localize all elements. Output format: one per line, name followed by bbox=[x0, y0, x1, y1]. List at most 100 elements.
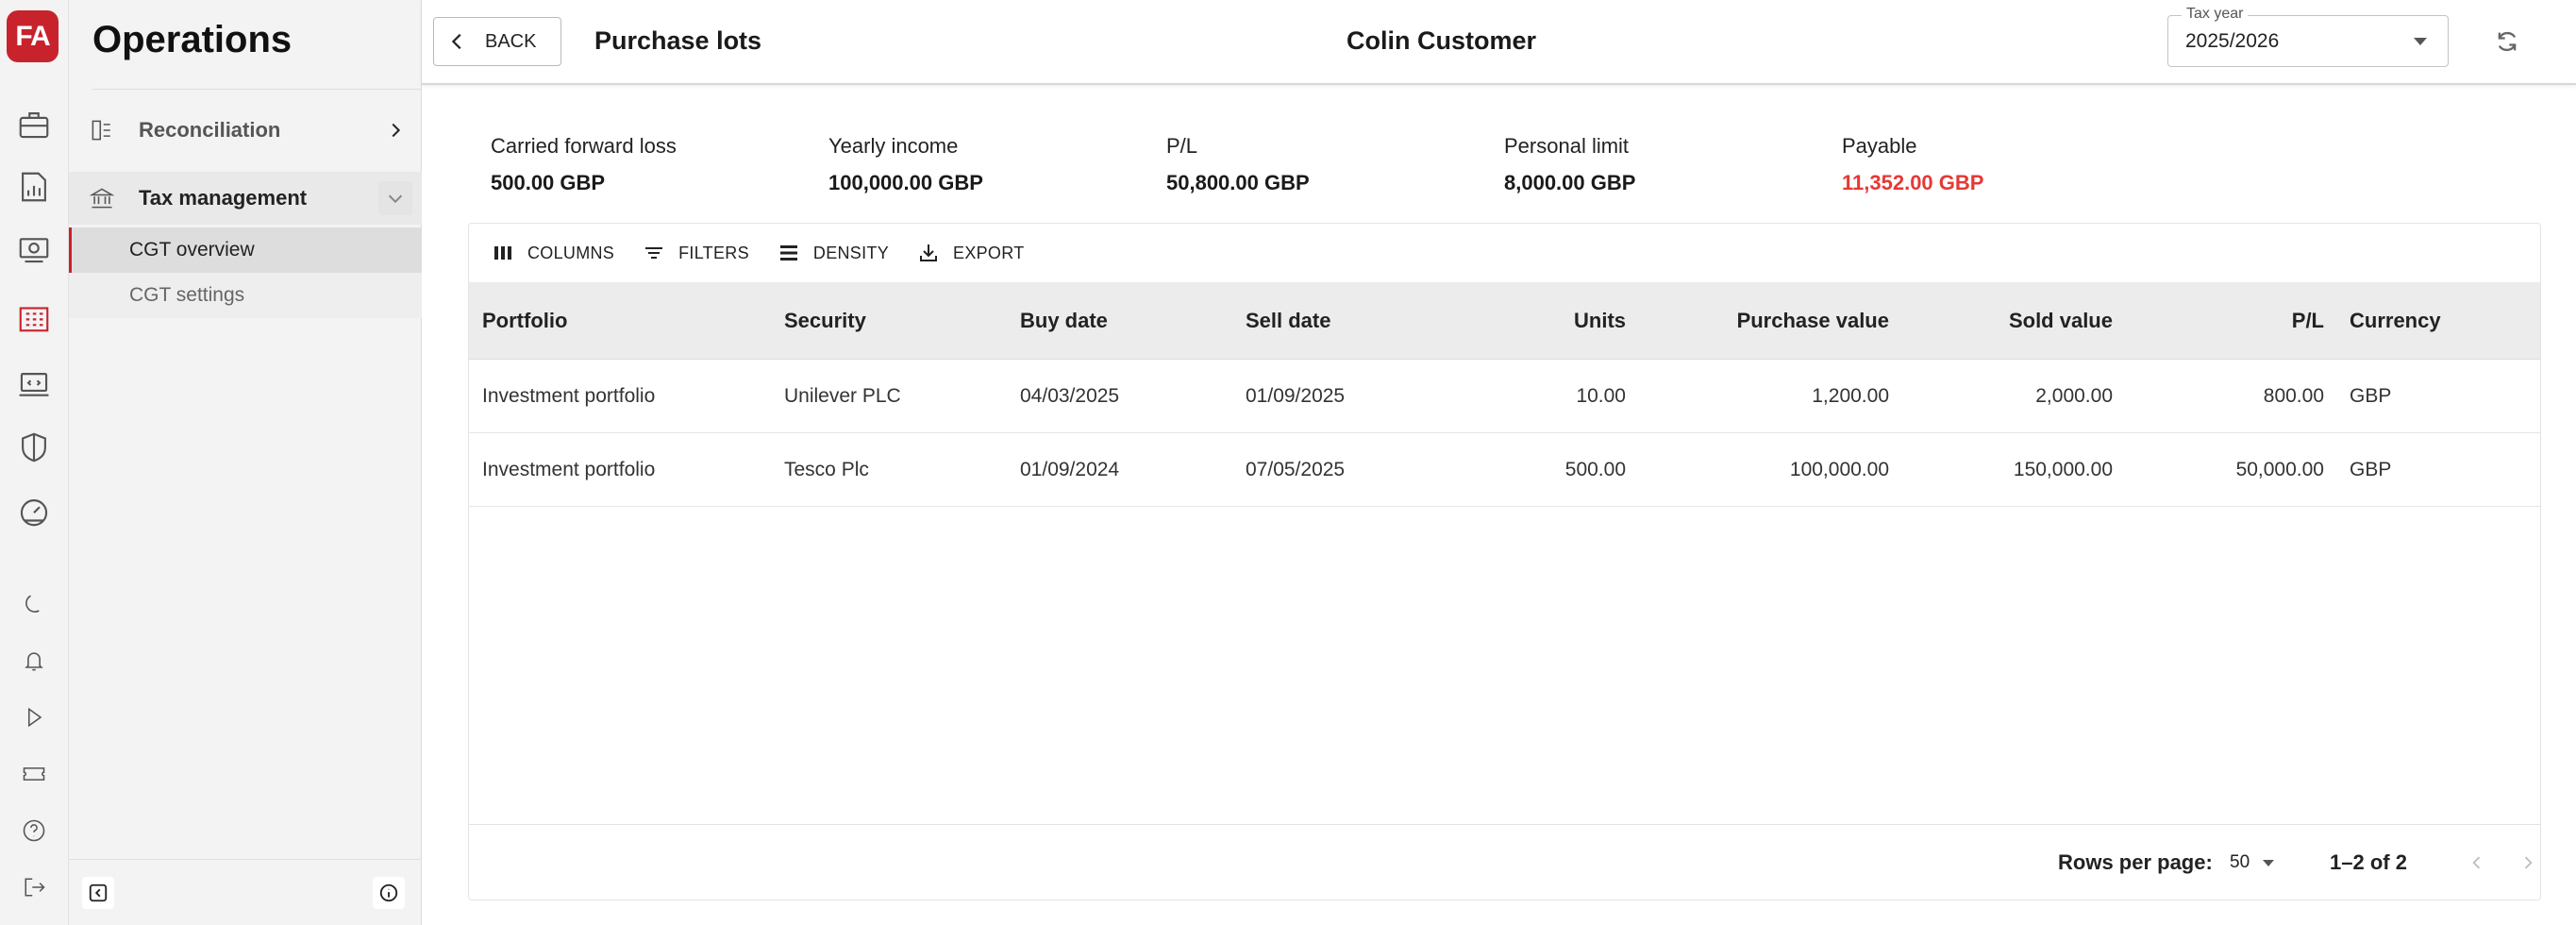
help-icon[interactable] bbox=[13, 810, 55, 851]
shield-icon[interactable] bbox=[13, 427, 55, 468]
nav-panel: Operations Reconciliation Tax management… bbox=[69, 0, 422, 925]
metric-value: 500.00 GBP bbox=[491, 171, 606, 194]
columns-button[interactable]: COLUMNS bbox=[492, 242, 614, 264]
rows-per-page-label: Rows per page: bbox=[2058, 850, 2213, 874]
columns-label: COLUMNS bbox=[527, 243, 615, 262]
filters-label: FILTERS bbox=[678, 243, 749, 262]
export-label: EXPORT bbox=[953, 243, 1025, 262]
column-header-pl[interactable]: P/L bbox=[2158, 282, 2324, 360]
building-icon[interactable] bbox=[13, 296, 55, 338]
section-title: Operations bbox=[92, 19, 293, 60]
cell-sold-value: 2,000.00 bbox=[2035, 385, 2113, 407]
cell-security: Unilever PLC bbox=[784, 385, 901, 407]
refresh-button[interactable] bbox=[2488, 23, 2526, 60]
bank-icon bbox=[86, 182, 118, 214]
column-header-sold-value[interactable]: Sold value bbox=[1903, 282, 2113, 360]
chevron-down-icon[interactable] bbox=[378, 181, 412, 215]
back-button-label: BACK bbox=[485, 30, 537, 52]
rows-per-page-select[interactable]: 50 bbox=[2230, 846, 2290, 880]
app-logo[interactable]: FA bbox=[7, 10, 59, 62]
cell-pl: 50,000.00 bbox=[2235, 459, 2324, 480]
purchase-lots-grid: COLUMNS FILTERS DENSITY EXPORT Portfolio… bbox=[468, 223, 2541, 900]
monitor-icon[interactable] bbox=[13, 364, 55, 406]
metric-label: Yearly income bbox=[828, 134, 959, 158]
column-header-purchase-value[interactable]: Purchase value bbox=[1648, 282, 1889, 360]
money-icon[interactable] bbox=[13, 228, 55, 270]
play-icon[interactable] bbox=[13, 697, 55, 738]
columns-icon bbox=[494, 246, 511, 260]
speedometer-icon[interactable] bbox=[13, 491, 55, 532]
customer-name: Colin Customer bbox=[1347, 26, 1537, 55]
metric-value: 11,352.00 GBP bbox=[1842, 171, 1984, 194]
density-label: DENSITY bbox=[812, 243, 890, 262]
metric-label: Carried forward loss bbox=[491, 134, 677, 158]
cell-currency: GBP bbox=[2350, 385, 2392, 407]
refresh-icon bbox=[2498, 31, 2517, 52]
cell-sold-value: 150,000.00 bbox=[2013, 459, 2113, 480]
icon-rail: FA bbox=[0, 0, 69, 925]
metric-payable: Payable 11,352.00 GBP bbox=[1842, 134, 2153, 195]
grid-footer: Rows per page: 50 1–2 of 2 bbox=[469, 824, 2540, 900]
metric-value: 8,000.00 GBP bbox=[1504, 171, 1636, 194]
cell-buy-date: 01/09/2024 bbox=[1020, 459, 1120, 480]
info-button[interactable] bbox=[373, 877, 405, 909]
cell-sell-date: 07/05/2025 bbox=[1246, 459, 1346, 480]
table-header: Portfolio Security Buy date Sell date Un… bbox=[469, 282, 2540, 360]
column-header-buy-date[interactable]: Buy date bbox=[1020, 282, 1108, 360]
filter-icon bbox=[645, 247, 663, 259]
metric-label: Personal limit bbox=[1504, 134, 1630, 158]
column-header-security[interactable]: Security bbox=[784, 282, 866, 360]
moon-icon[interactable] bbox=[13, 583, 55, 625]
tax-year-select[interactable]: Tax year 2025/2026 bbox=[2167, 6, 2449, 67]
nav-group-tax-management[interactable]: Tax management bbox=[69, 172, 422, 225]
ticket-icon[interactable] bbox=[13, 753, 55, 795]
column-header-portfolio[interactable]: Portfolio bbox=[482, 282, 567, 360]
cell-units: 10.00 bbox=[1576, 385, 1626, 407]
cell-portfolio: Investment portfolio bbox=[482, 385, 656, 407]
reports-icon[interactable] bbox=[13, 166, 55, 208]
column-header-units[interactable]: Units bbox=[1488, 282, 1626, 360]
tax-year-value: 2025/2026 bbox=[2185, 30, 2280, 52]
page-header: BACK Purchase lots Colin Customer Tax ye… bbox=[422, 0, 2576, 85]
column-header-sell-date[interactable]: Sell date bbox=[1246, 282, 1330, 360]
export-button[interactable]: EXPORT bbox=[917, 242, 1025, 264]
density-icon bbox=[779, 245, 797, 261]
cell-currency: GBP bbox=[2350, 459, 2392, 480]
nav-item-cgt-overview[interactable]: CGT overview bbox=[69, 227, 422, 273]
logout-icon[interactable] bbox=[13, 866, 55, 908]
table-row[interactable]: Investment portfolio Unilever PLC 04/03/… bbox=[469, 360, 2540, 433]
briefcase-icon[interactable] bbox=[13, 104, 55, 145]
back-button[interactable]: BACK bbox=[433, 17, 561, 66]
nav-item-cgt-settings[interactable]: CGT settings bbox=[69, 273, 422, 318]
table-row[interactable]: Investment portfolio Tesco Plc 01/09/202… bbox=[469, 433, 2540, 507]
chevron-right-icon[interactable] bbox=[378, 113, 412, 147]
cell-security: Tesco Plc bbox=[784, 459, 869, 480]
chevron-left-icon bbox=[451, 33, 461, 50]
chevron-left-icon bbox=[2472, 856, 2481, 869]
cell-sell-date: 01/09/2025 bbox=[1246, 385, 1346, 407]
metric-yearly-income: Yearly income 100,000.00 GBP bbox=[828, 134, 1140, 195]
page-title: Purchase lots bbox=[594, 26, 762, 55]
metric-personal-limit: Personal limit 8,000.00 GBP bbox=[1504, 134, 1815, 195]
collapse-sidebar-button[interactable] bbox=[82, 877, 114, 909]
cell-purchase-value: 1,200.00 bbox=[1812, 385, 1889, 407]
next-page-button[interactable] bbox=[2511, 846, 2545, 880]
filters-button[interactable]: FILTERS bbox=[643, 242, 749, 264]
chevron-right-icon bbox=[2524, 856, 2533, 869]
tax-year-label: Tax year bbox=[2182, 6, 2249, 23]
nav-group-reconciliation[interactable]: Reconciliation bbox=[69, 104, 422, 157]
dropdown-arrow-icon bbox=[2263, 859, 2275, 866]
bell-icon[interactable] bbox=[13, 640, 55, 681]
previous-page-button[interactable] bbox=[2460, 846, 2494, 880]
density-button[interactable]: DENSITY bbox=[778, 242, 889, 264]
cell-units: 500.00 bbox=[1564, 459, 1626, 480]
cell-portfolio: Investment portfolio bbox=[482, 459, 656, 480]
nav-divider bbox=[92, 89, 421, 90]
metric-value: 50,800.00 GBP bbox=[1166, 171, 1310, 194]
nav-group-label: Tax management bbox=[139, 186, 308, 210]
column-header-currency[interactable]: Currency bbox=[2350, 282, 2441, 360]
nav-group-label: Reconciliation bbox=[139, 118, 281, 142]
metric-value: 100,000.00 GBP bbox=[828, 171, 983, 194]
metric-carried-forward-loss: Carried forward loss 500.00 GBP bbox=[491, 134, 802, 195]
rows-per-page-value: 50 bbox=[2230, 852, 2250, 872]
